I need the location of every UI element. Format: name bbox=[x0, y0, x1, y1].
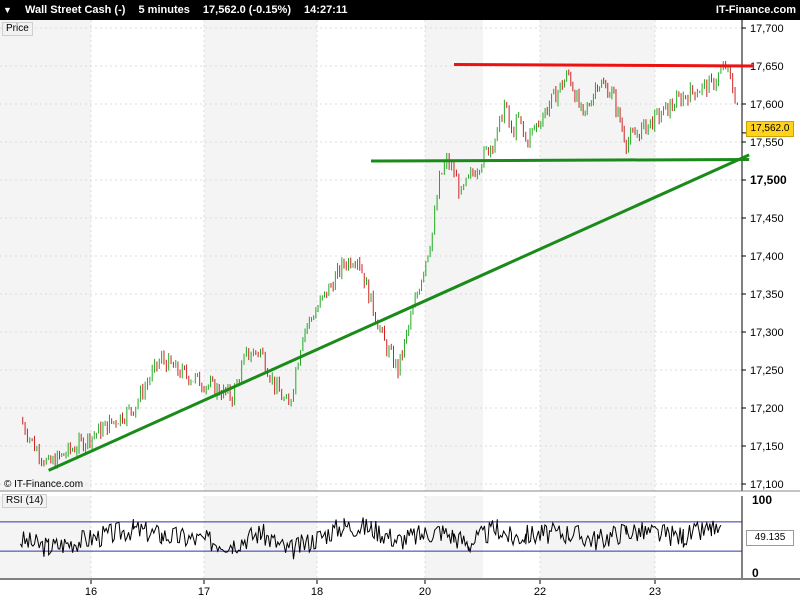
chart-stage: ▼ Wall Street Cash (-) 5 minutes 17,562.… bbox=[0, 0, 800, 600]
price-tick-label: 17,250 bbox=[750, 365, 784, 377]
price-panel-label: Price bbox=[2, 22, 33, 36]
price-tick-label: 17,400 bbox=[750, 251, 784, 263]
price-tick-label: 17,650 bbox=[750, 61, 784, 73]
rsi-panel-label: RSI (14) bbox=[2, 494, 48, 508]
resistance-line bbox=[453, 62, 754, 68]
price-tick-label: 17,500 bbox=[750, 173, 787, 187]
day-band-rsi bbox=[0, 496, 91, 578]
price-tick-label: 17,200 bbox=[750, 403, 784, 415]
price-tick-label: 17,600 bbox=[750, 99, 784, 111]
x-tick-label: 16 bbox=[85, 586, 97, 598]
chart-canvas: 17,700 17,650 17,600 17,550 17,500 17,450 17,4… bbox=[0, 20, 800, 598]
price-tick-label: 17,150 bbox=[750, 441, 784, 453]
x-tick-label: 20 bbox=[419, 586, 431, 598]
current-price-tag: 17,562.0 bbox=[746, 121, 794, 137]
horizontal-support-line bbox=[370, 157, 750, 163]
price-tick-label: 17,100 bbox=[750, 479, 784, 491]
price-tick-label: 17,350 bbox=[750, 289, 784, 301]
watermark: © IT-Finance.com bbox=[4, 479, 84, 490]
price-tick-label: 17,300 bbox=[750, 327, 784, 339]
rsi-tick-label: 100 bbox=[752, 493, 772, 507]
price-tick-label: 17,700 bbox=[750, 23, 784, 35]
rsi-tick-label: 0 bbox=[752, 566, 759, 580]
day-band-price bbox=[425, 20, 483, 491]
x-tick-label: 17 bbox=[198, 586, 210, 598]
x-tick-label: 18 bbox=[311, 586, 323, 598]
x-tick-label: 23 bbox=[649, 586, 661, 598]
x-tick-label: 22 bbox=[534, 586, 546, 598]
price-tick-label: 17,450 bbox=[750, 213, 784, 225]
price-tick-label: 17,550 bbox=[750, 137, 784, 149]
rsi-value-tag: 49.135 bbox=[746, 530, 794, 546]
